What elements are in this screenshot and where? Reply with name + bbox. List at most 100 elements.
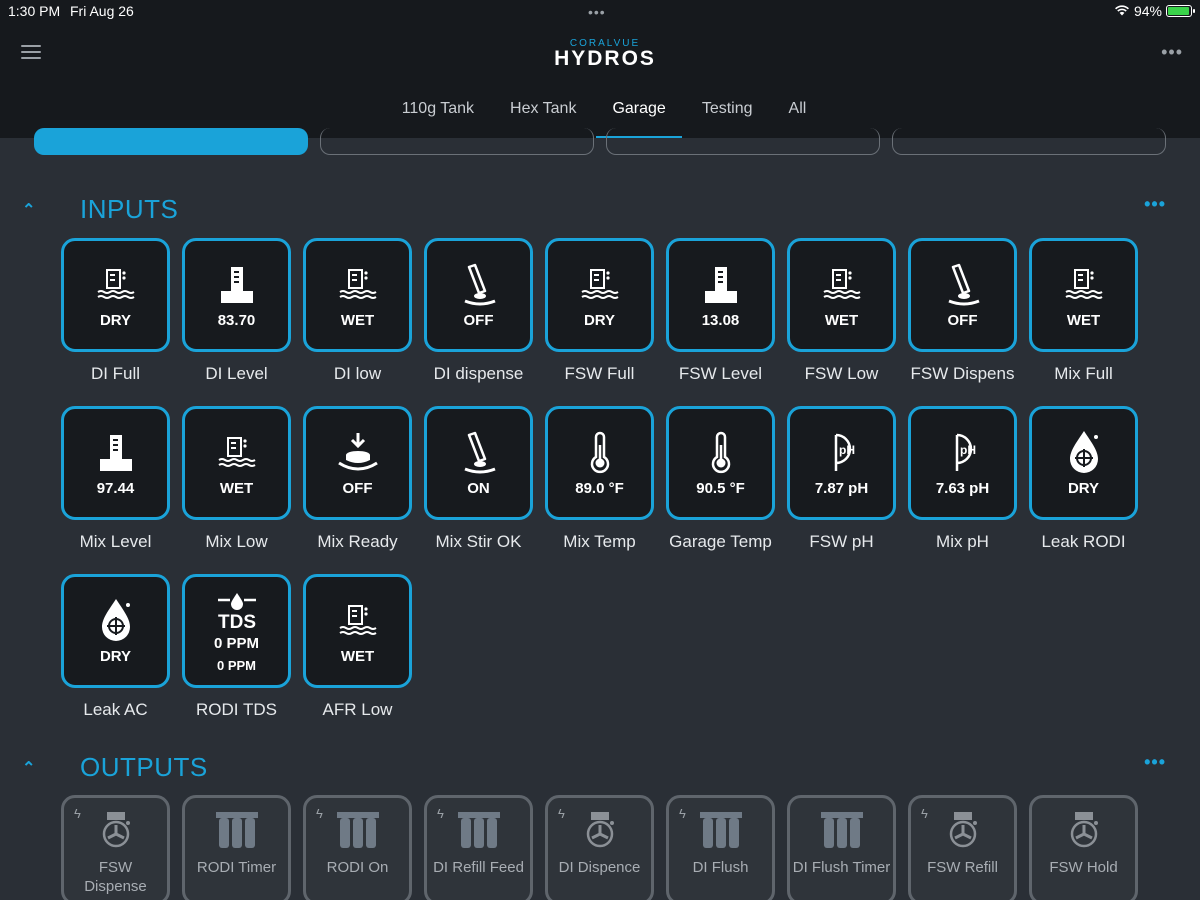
input-value: WET — [340, 647, 375, 665]
input-tile-mix-full[interactable]: WET Mix Full — [1029, 238, 1138, 384]
input-tile-fsw-ph[interactable]: pH 7.87 pH FSW pH — [787, 406, 896, 552]
input-tile-card[interactable]: WET — [787, 238, 896, 352]
output-label: RODI Timer — [196, 859, 277, 876]
input-tile-mix-stir-ok[interactable]: ON Mix Stir OK — [424, 406, 533, 552]
input-tile-di-low[interactable]: WET DI low — [303, 238, 412, 384]
thermometer-icon — [585, 430, 615, 476]
pump-icon — [946, 808, 980, 852]
input-tile-card[interactable]: WET — [303, 574, 412, 688]
more-options-icon[interactable]: ••• — [1161, 42, 1183, 63]
input-tile-card[interactable]: 89.0 °F — [545, 406, 654, 520]
input-tile-leak-ac[interactable]: DRY Leak AC — [61, 574, 170, 720]
status-right: 94% — [1114, 3, 1195, 19]
input-value: DRY — [1067, 479, 1100, 497]
input-label: FSW Level — [678, 364, 763, 383]
summary-cards — [0, 128, 1200, 158]
input-tile-card[interactable]: WET — [303, 238, 412, 352]
input-value: DRY — [583, 311, 616, 329]
input-value: WET — [824, 311, 859, 329]
float-switch-icon — [217, 430, 257, 476]
ph-probe-icon: pH — [943, 430, 983, 476]
output-tile-di-refill-feed[interactable]: ϟ DI Refill Feed — [424, 795, 533, 900]
logo: CORALVUE HYDROS — [545, 38, 665, 69]
leak-sensor-icon — [96, 598, 136, 644]
input-value-secondary: 0 PPM — [216, 658, 256, 673]
input-tile-card[interactable]: OFF — [908, 238, 1017, 352]
input-tile-fsw-full[interactable]: DRY FSW Full — [545, 238, 654, 384]
filter-icon — [698, 808, 744, 852]
input-tile-card[interactable]: 90.5 °F — [666, 406, 775, 520]
input-tile-card[interactable]: 97.44 — [61, 406, 170, 520]
input-tile-card[interactable]: OFF — [303, 406, 412, 520]
input-tile-fsw-level[interactable]: 13.08 FSW Level — [666, 238, 775, 384]
collapse-chevron-icon[interactable]: ⌃ — [22, 758, 35, 778]
output-tile-fsw-dispense[interactable]: ϟ FSW Dispense — [61, 795, 170, 900]
float-switch-icon — [338, 598, 378, 644]
input-tile-fsw-dispens[interactable]: OFF FSW Dispens — [908, 238, 1017, 384]
svg-text:pH: pH — [839, 443, 855, 457]
output-tile-di-dispence[interactable]: ϟ DI Dispence — [545, 795, 654, 900]
summary-card[interactable] — [892, 128, 1166, 155]
output-tile-fsw-refill[interactable]: ϟ FSW Refill — [908, 795, 1017, 900]
menu-icon[interactable] — [21, 45, 41, 59]
input-tile-card[interactable]: TDS 0 PPM 0 PPM — [182, 574, 291, 688]
input-tile-afr-low[interactable]: WET AFR Low — [303, 574, 412, 720]
output-tile-rodi-timer[interactable]: RODI Timer — [182, 795, 291, 900]
tds-icon: TDS — [214, 589, 260, 635]
input-label: RODI TDS — [196, 700, 277, 719]
input-label: FSW Dispens — [910, 364, 1015, 383]
filter-icon — [456, 808, 502, 852]
float-switch-icon — [822, 262, 862, 308]
input-tile-card[interactable]: WET — [1029, 238, 1138, 352]
input-tile-di-dispense[interactable]: OFF DI dispense — [424, 238, 533, 384]
input-tile-rodi-tds[interactable]: TDS 0 PPM 0 PPM RODI TDS — [182, 574, 291, 720]
input-tile-mix-level[interactable]: 97.44 Mix Level — [61, 406, 170, 552]
input-value: OFF — [947, 311, 978, 329]
output-tile-fsw-hold[interactable]: FSW Hold — [1029, 795, 1138, 900]
input-tile-card[interactable]: DRY — [545, 238, 654, 352]
output-tile-di-flush[interactable]: ϟ DI Flush — [666, 795, 775, 900]
lever-switch-icon — [943, 262, 983, 308]
input-tile-card[interactable]: 83.70 — [182, 238, 291, 352]
summary-card[interactable] — [320, 128, 594, 155]
multitasking-dots-icon[interactable]: ••• — [588, 4, 606, 20]
input-tile-card[interactable]: DRY — [61, 574, 170, 688]
summary-card[interactable] — [606, 128, 880, 155]
input-tile-mix-ph[interactable]: pH 7.63 pH Mix pH — [908, 406, 1017, 552]
leak-sensor-icon — [1064, 430, 1104, 476]
input-label: Mix Stir OK — [435, 532, 522, 551]
input-tile-mix-temp[interactable]: 89.0 °F Mix Temp — [545, 406, 654, 552]
output-tile-di-flush-timer[interactable]: DI Flush Timer — [787, 795, 896, 900]
input-tile-di-full[interactable]: DRY DI Full — [61, 238, 170, 384]
output-label: DI Flush Timer — [792, 859, 891, 876]
section-more-icon[interactable]: ••• — [1144, 752, 1166, 773]
level-sensor-icon — [217, 262, 257, 308]
input-tile-card[interactable]: 13.08 — [666, 238, 775, 352]
input-value: WET — [340, 311, 375, 329]
section-title: OUTPUTS — [80, 752, 208, 782]
input-tile-card[interactable]: DRY — [61, 238, 170, 352]
power-bolt-icon: ϟ — [679, 806, 686, 821]
input-tile-card[interactable]: WET — [182, 406, 291, 520]
input-tile-mix-low[interactable]: WET Mix Low — [182, 406, 291, 552]
power-bolt-icon: ϟ — [921, 806, 928, 821]
collapse-chevron-icon[interactable]: ⌃ — [22, 200, 35, 220]
summary-card[interactable] — [34, 128, 308, 155]
input-tile-card[interactable]: pH 7.87 pH — [787, 406, 896, 520]
input-tile-di-level[interactable]: 83.70 DI Level — [182, 238, 291, 384]
input-tile-card[interactable]: DRY — [1029, 406, 1138, 520]
input-tile-garage-temp[interactable]: 90.5 °F Garage Temp — [666, 406, 775, 552]
input-tile-card[interactable]: ON — [424, 406, 533, 520]
input-tile-card[interactable]: pH 7.63 pH — [908, 406, 1017, 520]
section-more-icon[interactable]: ••• — [1144, 194, 1166, 215]
input-tile-card[interactable]: OFF — [424, 238, 533, 352]
input-value: 0 PPM — [213, 635, 259, 652]
input-value: OFF — [463, 311, 494, 329]
outputs-section-header: ⌃ OUTPUTS ••• — [0, 752, 1200, 798]
input-tile-leak-rodi[interactable]: DRY Leak RODI — [1029, 406, 1138, 552]
input-tile-fsw-low[interactable]: WET FSW Low — [787, 238, 896, 384]
output-tile-rodi-on[interactable]: ϟ RODI On — [303, 795, 412, 900]
input-tile-mix-ready[interactable]: OFF Mix Ready — [303, 406, 412, 552]
input-label: FSW pH — [809, 532, 874, 551]
output-label: DI Refill Feed — [433, 859, 524, 876]
